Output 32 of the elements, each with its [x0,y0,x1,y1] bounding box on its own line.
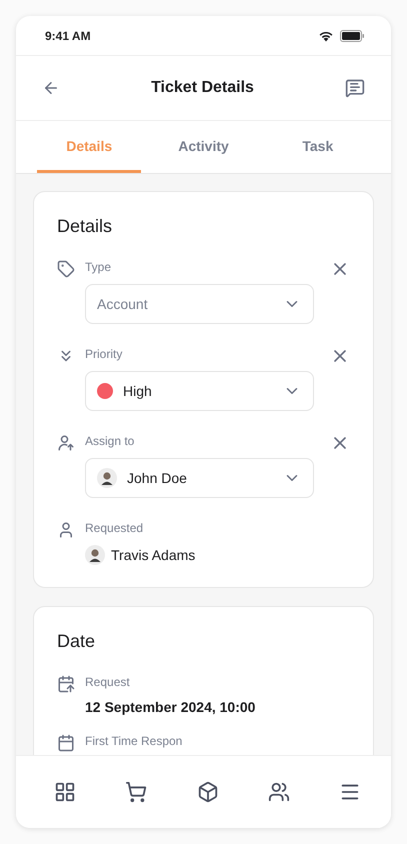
users-icon[interactable] [268,781,290,803]
user-arrow-icon [57,434,75,452]
type-select[interactable]: Account [85,284,314,324]
card-title: Details [57,216,114,237]
field-label: Request [85,674,131,691]
field-label: Type [85,259,112,276]
cart-icon[interactable] [125,781,148,803]
date-value: 12 September 2024, 10:00 [85,699,256,715]
avatar [97,468,117,488]
requester-name: Travis Adams [111,547,196,563]
user-icon [57,521,75,539]
field-label: Requested [85,520,144,537]
assignee-select[interactable]: John Doe [85,458,314,498]
status-time: 9:41 AM [45,28,91,42]
box-icon[interactable] [196,781,218,803]
grid-icon[interactable] [54,781,76,803]
card-title: Date [57,631,96,652]
tab[interactable]: Task [266,121,370,173]
tab[interactable]: Activity [151,121,256,173]
calendar-arrow-icon [57,675,75,693]
field-label: Priority [85,346,124,363]
wifi-icon [318,30,334,42]
page-title: Ticket Details [151,79,254,97]
chat-icon[interactable] [345,78,365,98]
tag-icon [57,260,75,278]
field-label: Assign to [85,433,136,450]
field-label: First Time Respon [85,733,184,750]
avatar [85,545,105,565]
battery-icon [340,30,365,42]
calendar-icon [57,734,75,752]
priority-select[interactable]: High [85,371,314,411]
back-icon[interactable] [42,79,60,97]
